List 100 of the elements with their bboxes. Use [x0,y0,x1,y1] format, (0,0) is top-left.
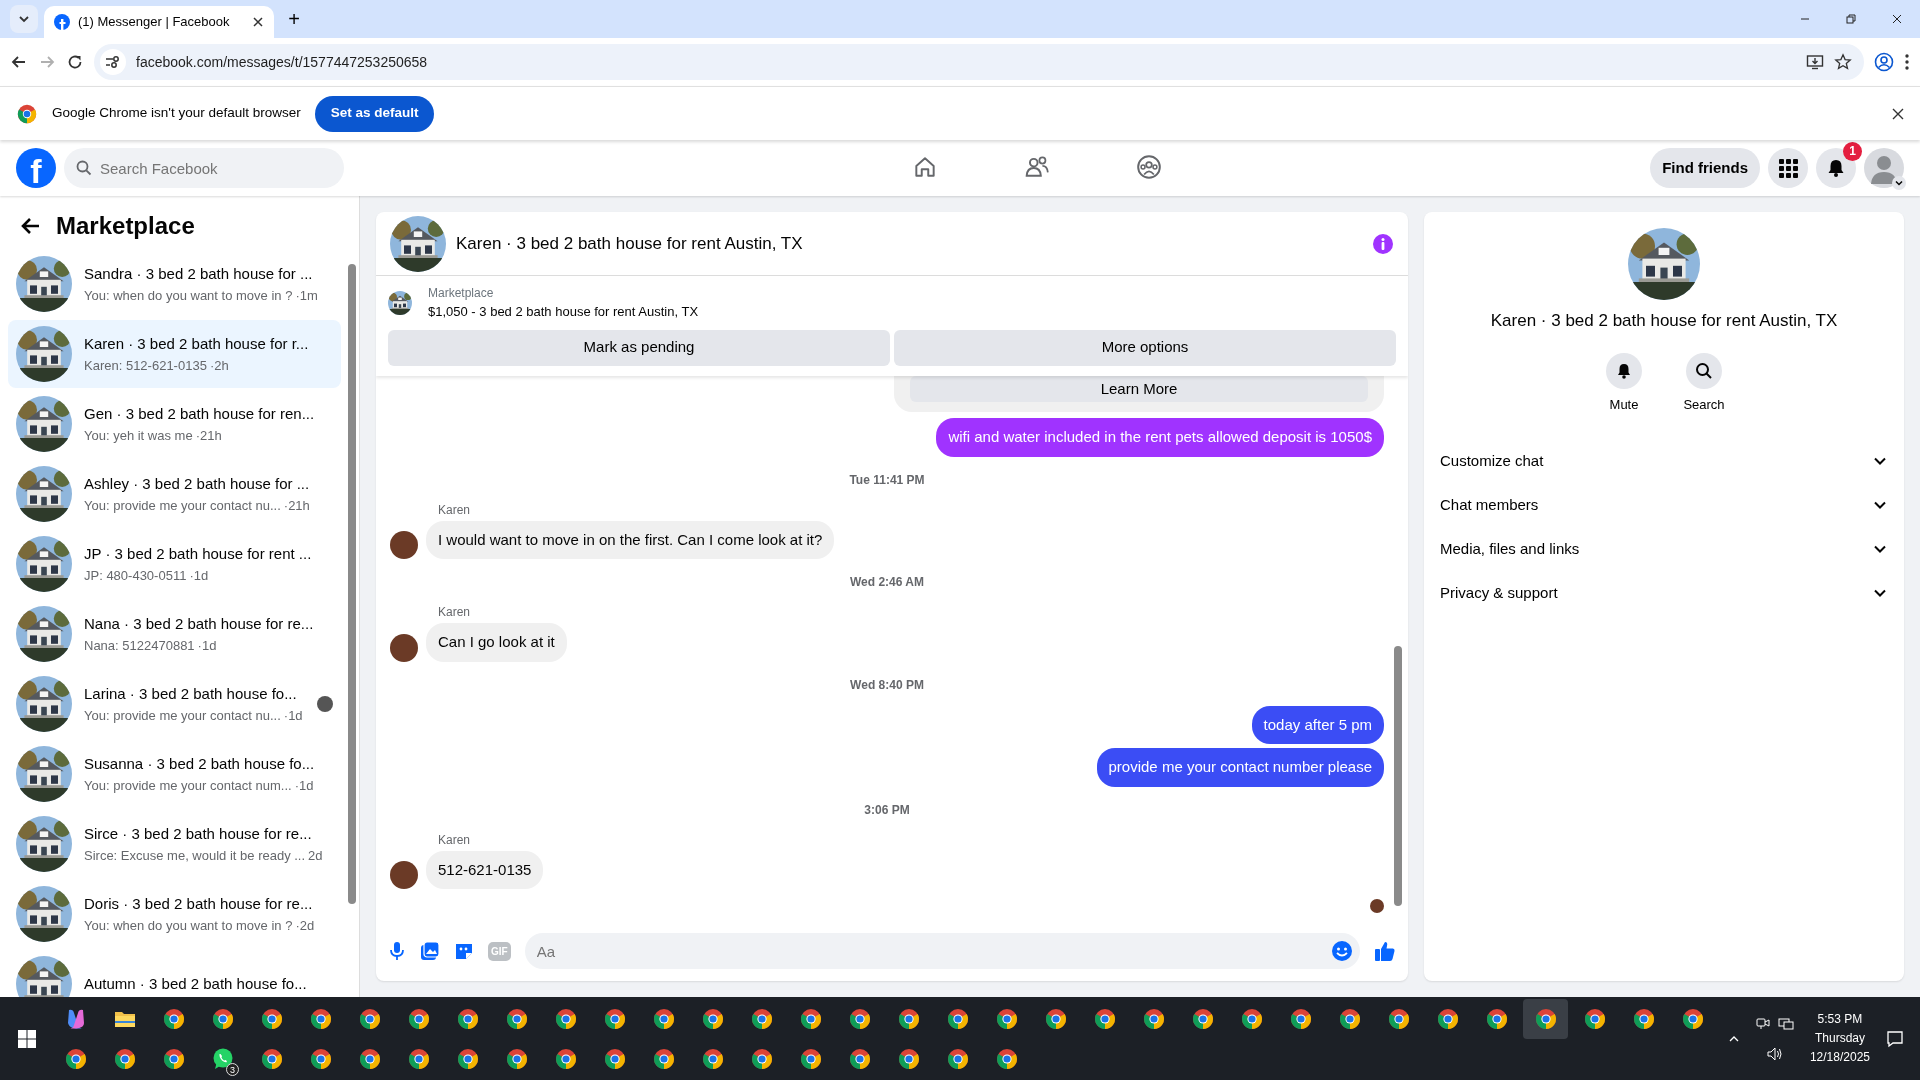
listing-title: $1,050 - 3 bed 2 bath house for rent Austin, TX [428,303,699,321]
bookmark-button[interactable] [1834,53,1852,71]
like-button[interactable] [1374,940,1396,962]
section-toggle[interactable]: Media, files and links [1440,527,1888,571]
notification-center-button[interactable] [1886,1029,1904,1048]
message-icon [1886,1029,1904,1048]
message-bubble: I would want to move in on the first. Can I come look at it? [426,520,835,559]
read-receipt-avatar [1370,899,1384,913]
attach-photo-button[interactable] [420,941,440,961]
info-button[interactable] [1372,232,1394,255]
chrome-icon [161,1006,186,1031]
set-as-default-button[interactable]: Set as default [314,95,435,132]
install-app-button[interactable] [1806,53,1824,71]
chat-action-button[interactable]: Search [1668,351,1740,415]
facebook-logo[interactable]: f [16,148,56,188]
voice-clip-button[interactable] [388,941,406,961]
chrome-icon [259,1046,284,1071]
reload-button[interactable] [66,53,84,71]
conversation-item[interactable]: Susanna · 3 bed 2 bath house fo... You: provide me your contact num... ·1d [8,740,341,808]
browser-tab[interactable]: (1) Messenger | Facebook [44,6,274,38]
message-time: ·21h [283,496,310,515]
taskbar-app-button[interactable]: 3 [200,1038,245,1079]
chevron-down-icon [18,13,30,25]
notification-count: 1 [1843,142,1862,161]
message-bubble: wifi and water included in the rent pets allowed deposit is 1050$ [936,418,1384,457]
conversation-item[interactable]: Sirce · 3 bed 2 bath house for re... Sirce: Excuse me, would it be ready ... 2d [8,810,341,878]
message-preview: You: when do you want to move in ? [84,286,293,305]
profile-button[interactable] [1874,52,1894,72]
message-time: ·1d [189,566,209,585]
address-bar[interactable]: facebook.com/messages/t/1577447253250658 [94,44,1864,80]
chrome-icon [1582,1006,1607,1031]
browser-menu-button[interactable] [1904,53,1910,71]
bell-icon [1826,158,1846,178]
section-toggle[interactable]: Chat members [1440,483,1888,527]
chrome-icon [63,1046,88,1071]
chrome-icon [1092,1006,1117,1031]
conversation-item[interactable]: Karen · 3 bed 2 bath house for r... Karen: 512-621-0135 ·2h [8,320,341,388]
chrome-icon [455,1046,480,1071]
listing-action-button[interactable]: Mark as pending [388,329,890,366]
search-field[interactable]: Search Facebook [64,148,344,188]
chrome-icon [945,1006,970,1031]
infobar-message: Google Chrome isn't your default browser [52,104,301,123]
scrollbar[interactable] [348,264,356,904]
chrome-icon [749,1006,774,1031]
thumbs-up-icon [1374,940,1396,962]
sender-avatar [390,531,418,559]
learn-more-button[interactable]: Learn More [910,376,1368,402]
message-preview: You: provide me your contact num... [84,776,292,795]
chat-title: Karen · 3 bed 2 bath house for rent Austin, TX [456,232,804,255]
info-icon [1372,232,1394,255]
notifications-button[interactable] [1816,148,1856,188]
scrollbar[interactable] [1394,645,1402,906]
chrome-icon [798,1046,823,1071]
message-time: ·21h [195,426,222,445]
url-text: facebook.com/messages/t/1577447253250658 [136,52,429,72]
chrome-icon [504,1006,529,1031]
chrome-icon [1288,1006,1313,1031]
find-friends-button[interactable]: Find friends [1650,148,1760,188]
chrome-logo-icon [16,102,38,125]
taskbar-app-button[interactable] [1523,998,1568,1039]
section-toggle[interactable]: Privacy & support [1440,571,1888,615]
close-tab-button[interactable] [252,16,264,28]
sticker-icon [454,941,474,961]
listing-action-button[interactable]: More options [894,329,1396,366]
chrome-icon [1484,1006,1509,1031]
chrome-icon [1386,1006,1411,1031]
conversation-item[interactable]: Gen · 3 bed 2 bath house for ren... You: yeh it was me ·21h [8,390,341,458]
tab-list-button[interactable] [10,5,38,33]
message-timestamp: 3:06 PM [864,802,910,817]
person-icon [1874,52,1894,72]
close-icon [1892,107,1904,120]
emoji-button[interactable] [1331,940,1353,962]
close-infobar-button[interactable] [1892,107,1904,120]
message-preview: JP: 480-430-0511 [84,566,187,585]
listing-label: Marketplace [428,285,495,302]
chrome-icon [749,1046,774,1071]
tune-icon [104,53,122,71]
section-toggle[interactable]: Customize chat [1440,439,1888,483]
conversation-item[interactable]: Larina · 3 bed 2 bath house fo... You: provide me your contact nu... ·1d [8,670,341,738]
chrome-icon [945,1046,970,1071]
conversation-item[interactable]: Ashley · 3 bed 2 bath house for ... You: provide me your contact nu... ·21h [8,460,341,528]
message-time: ·2d [295,916,315,935]
message-preview: You: provide me your contact nu... [84,706,281,725]
chat-action-button[interactable]: Mute [1588,351,1660,415]
new-tab-button[interactable]: + [280,4,308,34]
conversation-item[interactable]: JP · 3 bed 2 bath house for rent ... JP: 480-430-0511 ·1d [8,530,341,598]
conversation-item[interactable]: Nana · 3 bed 2 bath house for re... Nana: 5122470881 ·1d [8,600,341,668]
conversation-item[interactable]: Sandra · 3 bed 2 bath house for ... You: when do you want to move in ? ·1m [8,250,341,318]
tab-title: (1) Messenger | Facebook [78,13,231,32]
chrome-icon [798,1006,823,1031]
account-button[interactable] [1864,148,1904,188]
chrome-icon [1239,1006,1264,1031]
sticker-button[interactable] [454,941,474,961]
conversation-item[interactable]: Doris · 3 bed 2 bath house for re... You: when do you want to move in ? ·2d [8,880,341,948]
microphone-icon [388,941,406,961]
menu-button[interactable] [1768,148,1808,188]
monitor-icon [1777,1016,1794,1031]
message-field[interactable]: Aa [524,933,1360,969]
clock[interactable]: 5:53 PM Thursday 12/18/2025 [1809,1009,1870,1068]
site-info-button[interactable] [100,49,126,75]
